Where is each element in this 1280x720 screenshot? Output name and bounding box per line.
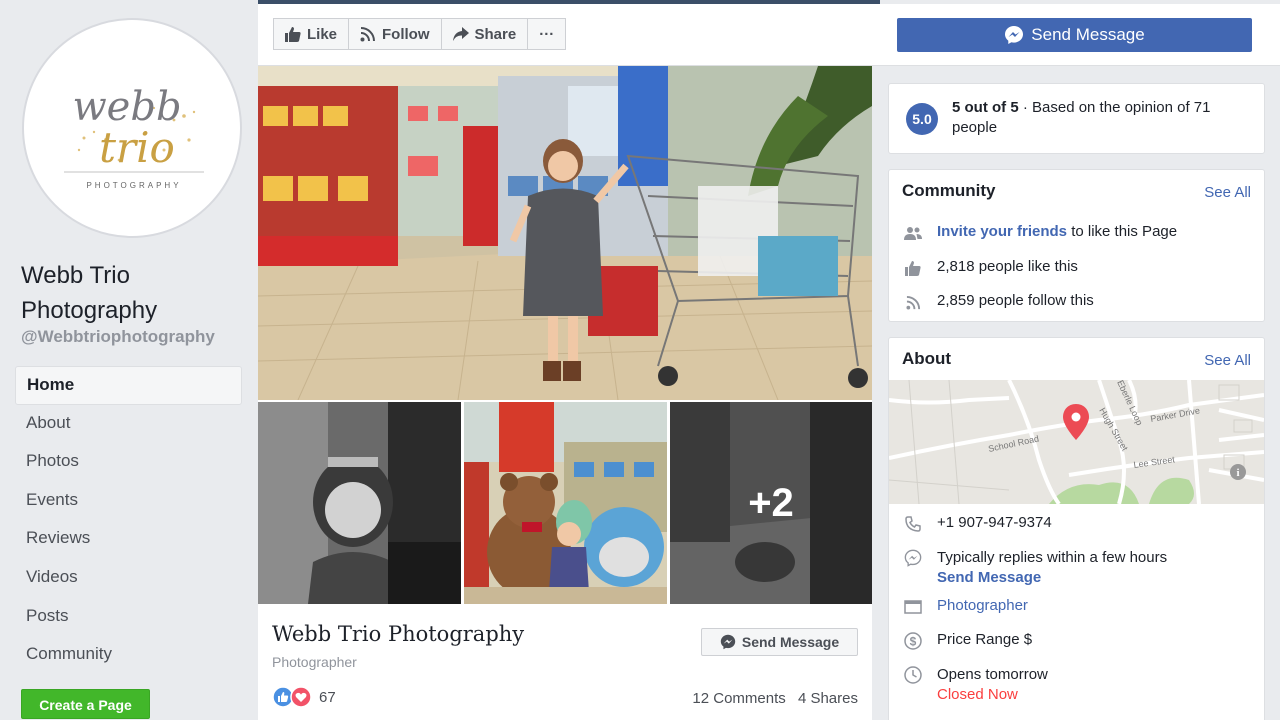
facebook-page: webb trio PHOTOGRAPHY Webb Trio Photogra… [0,0,1280,720]
send-message-button[interactable]: Send Message [897,18,1252,52]
action-buttons: Like Follow Share ··· [273,18,567,50]
photo-thumbnail-bw[interactable] [258,402,461,604]
phone-icon [902,514,924,534]
logo-text-photography: PHOTOGRAPHY [86,181,181,190]
likes-row: 2,818 people like this [902,258,1252,278]
hours-row: Opens tomorrow Closed Now [902,665,1252,705]
photo-thumbnail-more[interactable]: +2 [670,402,872,604]
featured-post: +2 Webb Trio Photography Photographer Se… [258,66,872,720]
page-actions-bar: Like Follow Share ··· Send Message [258,4,1280,66]
map-image: School Road Parker Drive Lee Street Hugh… [889,380,1264,504]
messenger-icon [1005,26,1024,44]
rss-icon [360,27,376,42]
price-dollar-icon: $ [902,631,924,651]
share-arrow-icon [452,27,469,41]
community-card: Community See All Invite your friends to… [888,169,1265,322]
share-label: Share [474,25,517,43]
like-label: Like [307,25,338,43]
teddy-bear-image [464,402,667,604]
reactions-summary[interactable]: 67 [272,686,336,708]
about-send-message-link[interactable]: Send Message [937,569,1041,586]
post-stats: 12 Comments 4 Shares [684,690,858,707]
girl-bw-image [258,402,461,604]
community-see-all-link[interactable]: See All [1204,184,1251,201]
logo-text-trio: trio [99,123,175,172]
svg-text:$: $ [910,635,917,649]
nav-item-posts[interactable]: Posts [15,598,242,637]
page-handle[interactable]: @Webbtriophotography [21,327,215,347]
nav-item-home[interactable]: Home [15,366,242,405]
share-button[interactable]: Share [440,18,529,50]
post-category: Photographer [272,654,357,670]
about-see-all-link[interactable]: See All [1204,352,1251,369]
create-page-button[interactable]: Create a Page [21,689,150,719]
thumbs-up-icon [902,258,924,278]
follow-button[interactable]: Follow [348,18,442,50]
post-send-message-label: Send Message [741,634,840,650]
hours-text[interactable]: Opens tomorrow [937,666,1048,683]
follows-row: 2,859 people follow this [902,292,1252,312]
rating-text[interactable]: 5 out of 5 · Based on the opinion of 71 … [952,98,1252,138]
category-link[interactable]: Photographer [937,597,1028,614]
page-nav: Home About Photos Events Reviews Videos … [15,366,242,675]
open-status: Closed Now [937,686,1018,703]
about-card: About See All School Road Parker Drive L… [888,337,1265,720]
price-range-text: Price Range $ [937,631,1033,648]
about-heading: About [902,349,952,368]
thumbs-up-icon [285,26,301,42]
photo-thumbnail-teddy[interactable] [464,402,667,604]
phone-number[interactable]: +1 907-947-9374 [937,514,1052,531]
post-page-name[interactable]: Webb Trio Photography [272,622,524,646]
rss-icon [902,292,924,312]
rating-card: 5.0 5 out of 5 · Based on the opinion of… [888,83,1265,154]
price-row: $ Price Range $ [902,631,1252,651]
messenger-icon [902,548,924,568]
follow-label: Follow [382,25,430,43]
category-tag-icon [902,597,924,617]
nav-item-photos[interactable]: Photos [15,443,242,482]
response-row: Typically replies within a few hours Send… [902,548,1252,588]
likes-count-text[interactable]: 2,818 people like this [937,258,1078,275]
messenger-icon [720,634,736,650]
rating-value: 5 out of 5 [952,99,1019,116]
like-love-reaction-icons [272,686,312,708]
community-heading: Community [902,181,996,200]
rating-score-badge: 5.0 [906,103,938,135]
nav-item-videos[interactable]: Videos [15,559,242,598]
post-send-message-button[interactable]: Send Message [701,628,858,656]
shares-count[interactable]: 4 Shares [798,690,858,707]
nav-item-about[interactable]: About [15,405,242,444]
more-options-label: ··· [539,25,555,43]
response-time-text: Typically replies within a few hours [937,549,1168,566]
category-row: Photographer [902,597,1252,617]
more-photos-count: +2 [748,480,794,525]
phone-row: +1 907-947-9374 [902,514,1252,534]
invite-friends-link[interactable]: Invite your friends [937,223,1067,240]
nav-item-reviews[interactable]: Reviews [15,520,242,559]
location-map[interactable]: School Road Parker Drive Lee Street Hugh… [889,380,1264,504]
nav-item-community[interactable]: Community [15,636,242,675]
invite-friends-text: to like this Page [1067,223,1178,240]
more-options-button[interactable]: ··· [527,18,567,50]
clock-icon [902,665,924,685]
page-title: Webb Trio Photography [21,262,158,324]
svg-text:i: i [1236,467,1239,479]
people-icon [902,223,924,243]
left-sidebar: webb trio PHOTOGRAPHY Webb Trio Photogra… [0,0,258,720]
like-button[interactable]: Like [273,18,350,50]
page-logo[interactable]: webb trio PHOTOGRAPHY [22,18,242,238]
send-message-label: Send Message [1031,25,1145,44]
follows-count-text[interactable]: 2,859 people follow this [937,292,1094,309]
comments-count[interactable]: 12 Comments [692,690,785,707]
invite-friends-row: Invite your friends to like this Page [902,223,1252,243]
reaction-count: 67 [319,688,336,706]
nav-item-events[interactable]: Events [15,482,242,521]
logo-graphic: webb trio PHOTOGRAPHY [28,24,236,232]
cover-photo[interactable] [258,66,872,400]
store-photo-image [258,66,872,400]
